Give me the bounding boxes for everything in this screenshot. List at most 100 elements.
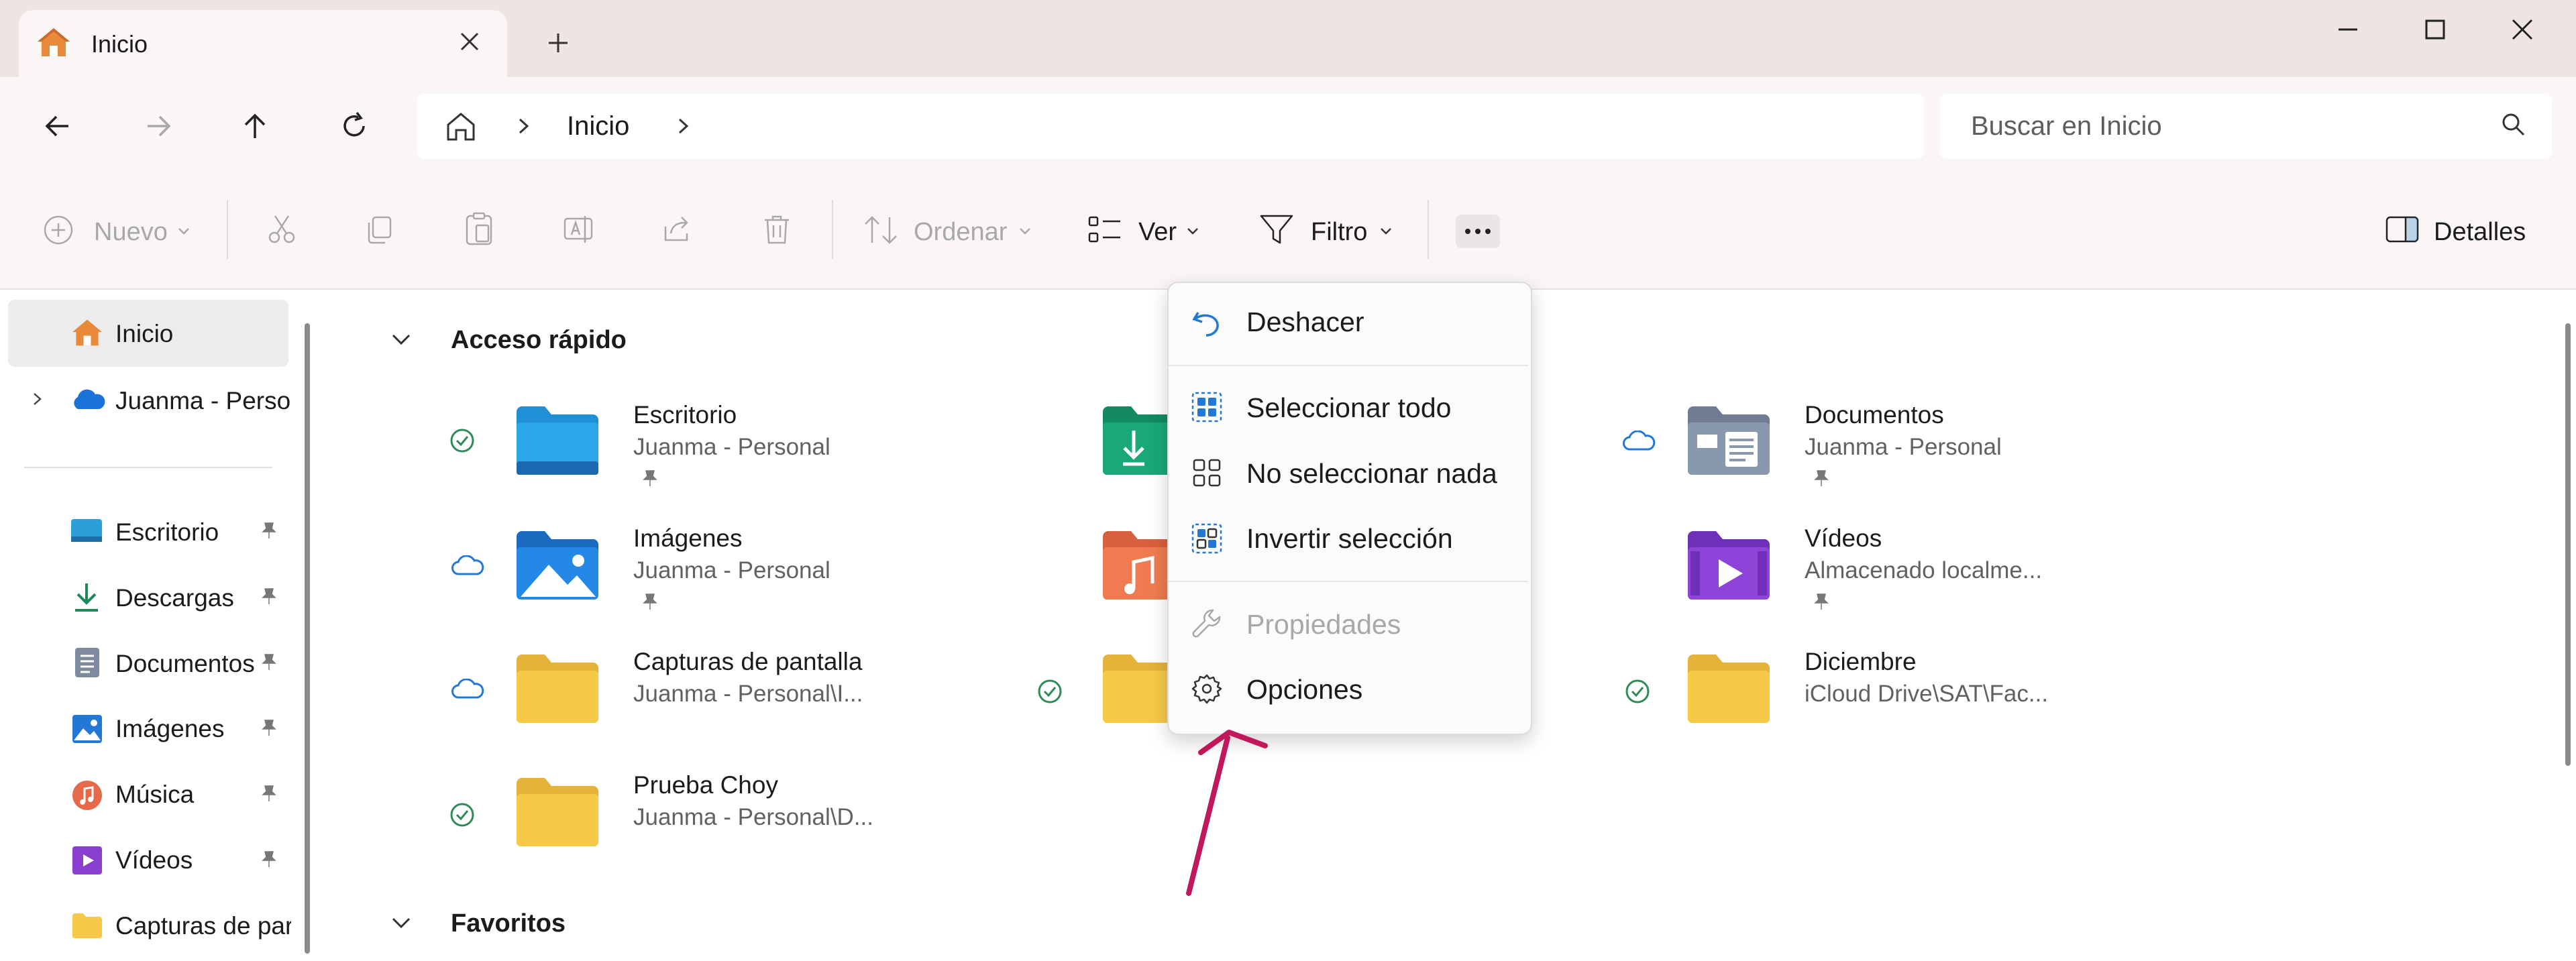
synced-check-icon (1625, 679, 1650, 704)
onedrive-cloud-icon (70, 388, 106, 412)
chevron-down-icon (1017, 223, 1033, 239)
item-name[interactable]: Escritorio (633, 401, 737, 429)
item-name[interactable]: Capturas de pantalla (633, 648, 862, 676)
menu-item-properties[interactable]: Propiedades (1246, 609, 1401, 640)
folder-icon[interactable] (514, 774, 601, 849)
details-pane-icon[interactable] (2384, 215, 2420, 245)
content-scrollbar[interactable] (2565, 323, 2571, 766)
pin-icon (259, 586, 279, 606)
sidebar-item-label[interactable]: Juanma - Persor (115, 387, 291, 415)
add-circle-icon[interactable] (42, 213, 75, 247)
desktop-icon (70, 516, 103, 545)
documents-folder-icon[interactable] (1685, 402, 1772, 477)
maximize-icon[interactable] (2415, 9, 2455, 50)
paste-icon[interactable] (462, 211, 496, 248)
details-button[interactable]: Detalles (2434, 218, 2526, 247)
select-none-icon (1190, 456, 1224, 490)
search-input[interactable]: Buscar en Inicio (1971, 111, 2162, 142)
toolbar-separator (227, 200, 228, 259)
desktop-folder-icon[interactable] (514, 402, 601, 477)
item-name[interactable]: Diciembre (1805, 648, 1917, 676)
menu-item-undo[interactable]: Deshacer (1246, 306, 1364, 338)
chevron-right-icon[interactable] (510, 113, 537, 139)
cloud-icon (451, 555, 484, 577)
menu-item-options[interactable]: Opciones (1246, 674, 1362, 705)
sidebar-item-label[interactable]: Documentos (115, 650, 255, 678)
window-close-icon[interactable] (2502, 9, 2542, 50)
synced-check-icon (449, 428, 475, 453)
sidebar-item-label[interactable]: Música (115, 781, 194, 809)
filter-button[interactable]: Filtro (1311, 218, 1367, 247)
pictures-folder-icon[interactable] (514, 527, 601, 602)
chevron-down-icon[interactable] (389, 327, 413, 351)
item-name[interactable]: Prueba Choy (633, 771, 778, 799)
annotation-arrow (1167, 711, 1275, 905)
back-arrow-icon[interactable] (38, 106, 78, 146)
tab-title: Inicio (91, 30, 148, 58)
sidebar-item-label[interactable]: Capturas de par (115, 912, 291, 940)
copy-icon[interactable] (362, 212, 397, 247)
toolbar-separator (1428, 200, 1429, 259)
delete-icon[interactable] (759, 212, 794, 247)
chevron-right-icon[interactable] (669, 113, 696, 139)
more-options-menu (1167, 282, 1532, 735)
more-options-button[interactable] (1456, 215, 1500, 248)
folder-icon[interactable] (514, 651, 601, 726)
item-name[interactable]: Documentos (1805, 401, 1944, 429)
downloads-folder-icon[interactable] (1100, 402, 1167, 477)
view-icon[interactable] (1087, 213, 1123, 247)
music-folder-icon[interactable] (1100, 527, 1167, 602)
filter-icon[interactable] (1258, 212, 1295, 248)
view-button[interactable]: Ver (1138, 218, 1177, 247)
cut-icon[interactable] (264, 212, 299, 247)
menu-item-invert-selection[interactable]: Invertir selección (1246, 523, 1453, 555)
up-arrow-icon[interactable] (235, 106, 275, 146)
minimize-icon[interactable] (2328, 9, 2368, 50)
folder-icon[interactable] (1100, 651, 1167, 726)
sidebar-scrollbar[interactable] (305, 323, 310, 954)
folder-icon (71, 912, 103, 939)
item-location: Almacenado localme... (1805, 557, 2043, 583)
documents-icon (74, 646, 101, 679)
share-icon[interactable] (660, 212, 695, 247)
close-icon[interactable] (453, 25, 486, 58)
item-location: Juanma - Personal\I... (633, 681, 863, 707)
sidebar-item-label[interactable]: Imágenes (115, 715, 225, 743)
rename-icon[interactable] (561, 212, 596, 247)
address-location[interactable]: Inicio (567, 111, 629, 142)
item-name[interactable]: Imágenes (633, 524, 743, 553)
chevron-right-icon[interactable] (27, 389, 47, 409)
refresh-icon[interactable] (334, 106, 374, 146)
item-location: Juanma - Personal (633, 557, 830, 583)
undo-icon (1189, 306, 1224, 341)
chevron-down-icon[interactable] (389, 911, 413, 935)
pin-icon (640, 591, 660, 612)
pin-icon (259, 652, 279, 672)
item-name[interactable]: Vídeos (1805, 524, 1882, 553)
menu-separator (1169, 365, 1528, 366)
gear-icon (1190, 672, 1224, 705)
forward-arrow-icon[interactable] (138, 106, 178, 146)
item-location: Juanma - Personal (1805, 434, 2002, 460)
sidebar-item-label[interactable]: Vídeos (115, 846, 193, 874)
videos-folder-icon[interactable] (1685, 527, 1772, 602)
sort-icon[interactable] (863, 213, 899, 247)
plus-icon[interactable] (542, 27, 574, 59)
section-title-favorites[interactable]: Favoritos (451, 909, 566, 938)
section-title-quick-access[interactable]: Acceso rápido (451, 326, 627, 355)
address-bar[interactable] (417, 94, 1924, 159)
home-icon[interactable] (441, 107, 480, 146)
search-icon[interactable] (2500, 111, 2528, 139)
sidebar-item-label[interactable]: Escritorio (115, 518, 219, 547)
menu-item-select-all[interactable]: Seleccionar todo (1246, 392, 1451, 424)
menu-item-select-none[interactable]: No seleccionar nada (1246, 458, 1497, 490)
new-button[interactable]: Nuevo (94, 218, 168, 247)
item-location: Juanma - Personal (633, 434, 830, 460)
folder-icon[interactable] (1685, 651, 1772, 726)
home-icon (35, 25, 72, 59)
synced-check-icon (1037, 679, 1063, 704)
sort-button[interactable]: Ordenar (914, 218, 1007, 247)
music-icon (71, 779, 103, 811)
sidebar-item-label[interactable]: Descargas (115, 584, 234, 612)
invert-selection-icon (1190, 522, 1224, 555)
